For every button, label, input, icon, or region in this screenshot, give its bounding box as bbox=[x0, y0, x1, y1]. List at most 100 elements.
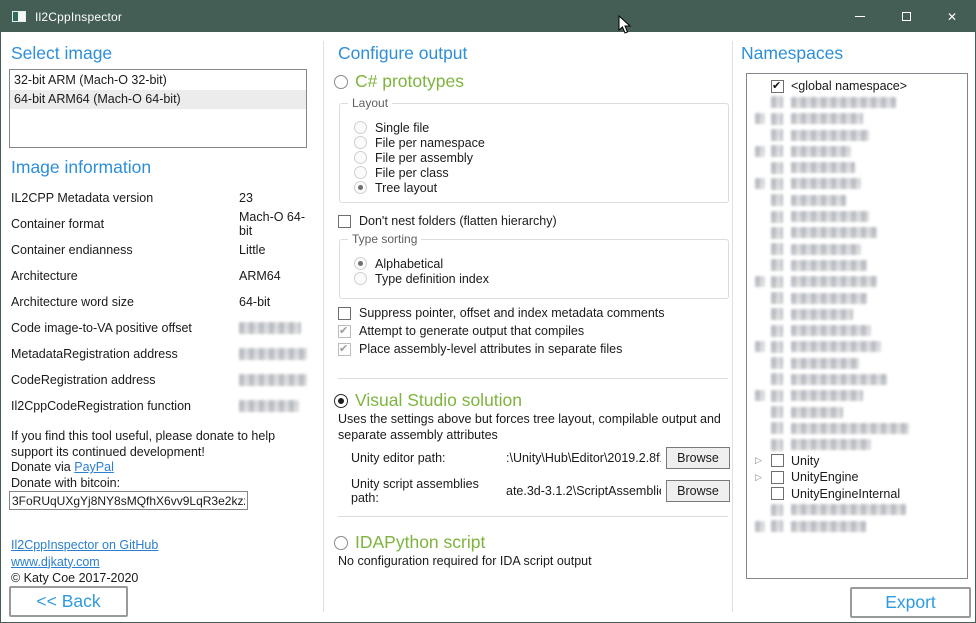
layout-radio[interactable] bbox=[354, 136, 367, 149]
visual-studio-option[interactable]: Visual Studio solution bbox=[334, 390, 522, 411]
namespace-row[interactable]: UnityEngineInternal bbox=[755, 485, 967, 501]
layout-label: File per namespace bbox=[375, 136, 485, 150]
output-option-checkbox[interactable] bbox=[338, 307, 351, 320]
namespace-row[interactable] bbox=[755, 94, 967, 110]
export-button[interactable]: Export bbox=[850, 587, 971, 618]
namespace-row[interactable] bbox=[755, 306, 967, 322]
redacted-namespace-name bbox=[791, 146, 851, 157]
visual-studio-radio[interactable] bbox=[334, 394, 348, 408]
namespace-row[interactable] bbox=[755, 159, 967, 175]
layout-radio[interactable] bbox=[354, 181, 367, 194]
redacted-expander bbox=[755, 178, 765, 189]
expander-icon[interactable]: ▷ bbox=[755, 473, 771, 482]
namespace-row[interactable]: <global namespace> bbox=[755, 78, 967, 94]
flatten-hierarchy-checkbox[interactable] bbox=[338, 215, 351, 228]
layout-option[interactable]: File per namespace bbox=[354, 135, 728, 150]
namespace-row[interactable] bbox=[755, 322, 967, 338]
namespace-checkbox-col bbox=[771, 227, 789, 239]
flatten-hierarchy-option[interactable]: Don't nest folders (flatten hierarchy) bbox=[338, 214, 557, 228]
idapython-radio[interactable] bbox=[334, 536, 348, 550]
expander-icon[interactable]: ▷ bbox=[755, 456, 771, 465]
namespace-row[interactable] bbox=[755, 404, 967, 420]
type-sorting-label: Type definition index bbox=[375, 272, 489, 286]
namespace-row[interactable] bbox=[755, 420, 967, 436]
redacted-expander bbox=[755, 146, 765, 157]
namespace-row[interactable] bbox=[755, 355, 967, 371]
namespace-row[interactable] bbox=[755, 225, 967, 241]
namespace-checkbox-col bbox=[771, 406, 789, 418]
namespace-row[interactable]: ▷UnityEngine bbox=[755, 469, 967, 485]
layout-option[interactable]: File per assembly bbox=[354, 150, 728, 165]
type-sorting-radio[interactable] bbox=[354, 272, 367, 285]
output-option[interactable]: Suppress pointer, offset and index metad… bbox=[338, 306, 665, 320]
namespace-checkbox-col bbox=[771, 520, 789, 532]
type-sorting-option[interactable]: Alphabetical bbox=[354, 256, 728, 271]
namespace-checkbox[interactable] bbox=[771, 487, 784, 500]
layout-option[interactable]: File per class bbox=[354, 165, 728, 180]
image-list-item[interactable]: 64-bit ARM64 (Mach-O 64-bit) bbox=[10, 90, 306, 109]
unity-script-path-label: Unity script assemblies path: bbox=[351, 477, 506, 505]
namespace-row[interactable] bbox=[755, 371, 967, 387]
layout-radio[interactable] bbox=[354, 166, 367, 179]
website-link[interactable]: www.djkaty.com bbox=[11, 555, 100, 569]
namespace-row[interactable] bbox=[755, 143, 967, 159]
redacted-expander bbox=[755, 276, 765, 287]
expander-spacer bbox=[755, 178, 771, 189]
namespace-row[interactable] bbox=[755, 274, 967, 290]
namespace-row[interactable] bbox=[755, 290, 967, 306]
type-sorting-radio[interactable] bbox=[354, 257, 367, 270]
namespace-checkbox[interactable] bbox=[771, 80, 784, 93]
layout-option[interactable]: Tree layout bbox=[354, 180, 728, 195]
output-option-label: Suppress pointer, offset and index metad… bbox=[359, 306, 665, 320]
namespace-row[interactable] bbox=[755, 241, 967, 257]
redacted-checkbox bbox=[771, 162, 783, 174]
namespace-checkbox[interactable] bbox=[771, 454, 784, 467]
back-button[interactable]: << Back bbox=[9, 586, 128, 617]
image-list-item[interactable]: 32-bit ARM (Mach-O 32-bit) bbox=[10, 71, 306, 90]
layout-option[interactable]: Single file bbox=[354, 120, 728, 135]
namespace-row[interactable] bbox=[755, 208, 967, 224]
namespace-row[interactable] bbox=[755, 502, 967, 518]
maximize-button[interactable] bbox=[883, 1, 929, 32]
minimize-button[interactable] bbox=[837, 1, 883, 32]
type-sorting-option[interactable]: Type definition index bbox=[354, 271, 728, 286]
info-value: Mach-O 64-bit bbox=[239, 210, 307, 238]
info-label: Architecture bbox=[11, 269, 239, 283]
namespaces-tree[interactable]: <global namespace> ▷Unity▷UnityEngineUnit… bbox=[746, 73, 968, 579]
namespace-row[interactable] bbox=[755, 518, 967, 534]
unity-script-path-value: ate.3d-3.1.2\ScriptAssemblies bbox=[506, 484, 661, 498]
output-option-checkbox[interactable] bbox=[338, 343, 351, 356]
namespace-row[interactable] bbox=[755, 111, 967, 127]
namespace-row[interactable] bbox=[755, 257, 967, 273]
namespace-checkbox-col bbox=[771, 504, 789, 516]
layout-radio[interactable] bbox=[354, 121, 367, 134]
namespace-label: <global namespace> bbox=[791, 79, 907, 93]
unity-script-browse-button[interactable]: Browse bbox=[666, 480, 730, 502]
namespace-row[interactable]: ▷Unity bbox=[755, 453, 967, 469]
output-option-checkbox[interactable] bbox=[338, 325, 351, 338]
unity-editor-browse-button[interactable]: Browse bbox=[666, 447, 730, 469]
namespace-row[interactable] bbox=[755, 127, 967, 143]
namespace-row[interactable] bbox=[755, 176, 967, 192]
layout-radio[interactable] bbox=[354, 151, 367, 164]
close-icon: ✕ bbox=[947, 11, 957, 23]
paypal-link[interactable]: PayPal bbox=[74, 460, 114, 474]
visual-studio-label: Visual Studio solution bbox=[355, 390, 522, 411]
namespace-row[interactable] bbox=[755, 192, 967, 208]
csharp-prototypes-option[interactable]: C# prototypes bbox=[334, 71, 464, 92]
namespace-row[interactable] bbox=[755, 437, 967, 453]
expander-spacer bbox=[755, 276, 771, 287]
output-option[interactable]: Attempt to generate output that compiles bbox=[338, 324, 584, 338]
namespace-row[interactable] bbox=[755, 388, 967, 404]
namespace-checkbox-col bbox=[771, 211, 789, 223]
idapython-option[interactable]: IDAPython script bbox=[334, 532, 485, 553]
github-link[interactable]: Il2CppInspector on GitHub bbox=[11, 538, 158, 552]
csharp-prototypes-radio[interactable] bbox=[334, 75, 348, 89]
bitcoin-address-input[interactable] bbox=[9, 491, 248, 510]
output-option[interactable]: Place assembly-level attributes in separ… bbox=[338, 342, 622, 356]
info-label: Il2CppCodeRegistration function bbox=[11, 399, 239, 413]
image-listbox[interactable]: 32-bit ARM (Mach-O 32-bit)64-bit ARM64 (… bbox=[9, 69, 307, 148]
close-button[interactable]: ✕ bbox=[929, 1, 975, 32]
namespace-row[interactable] bbox=[755, 339, 967, 355]
namespace-checkbox[interactable] bbox=[771, 471, 784, 484]
